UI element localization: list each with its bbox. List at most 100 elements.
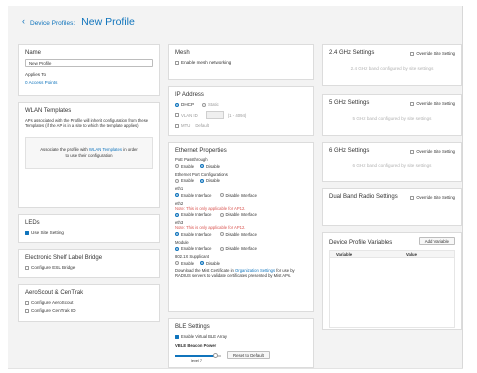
module-enable-label: Enable Interface	[181, 246, 212, 251]
enable-mesh-label: Enable mesh networking	[181, 60, 232, 65]
vlan-label: VLAN ID	[181, 112, 198, 118]
bottom-scroll-area	[8, 368, 463, 373]
eth2-enable-radio[interactable]	[175, 212, 179, 217]
radio-24ghz-placeholder: 2.4 GHz band configured by site settings	[350, 66, 434, 71]
supplicant-disable-radio[interactable]	[200, 261, 205, 265]
eth2-disable-label: Disable Interface	[225, 212, 257, 217]
back-chevron-icon[interactable]: ‹	[22, 16, 25, 26]
ethernet-properties-card: Ethernet Properties PoE Passthrough Enab…	[168, 142, 314, 312]
dual-band-card: Dual Band Radio Settings Override Site S…	[322, 188, 462, 226]
inset-prefix: Associate the profile with	[40, 146, 89, 152]
leds-title: LEDs	[25, 220, 40, 226]
esl-bridge-title: Electronic Shelf Label Bridge	[25, 255, 103, 261]
applies-to-link[interactable]: 0 Access Points	[25, 80, 153, 85]
port-enable-radio[interactable]	[175, 178, 179, 183]
beacon-power-slider-fill	[175, 355, 215, 357]
vlan-id-input[interactable]	[205, 111, 224, 119]
reset-to-default-button[interactable]: Reset to Default	[227, 351, 270, 359]
port-disable-label: Disable	[206, 178, 221, 183]
mtu-label: MTU	[181, 123, 191, 128]
configure-centrak-checkbox[interactable]	[25, 308, 29, 313]
override-6ghz-checkbox[interactable]	[410, 149, 415, 154]
vlan-range-label: (1 - 4094)	[227, 112, 247, 118]
wlan-templates-card: WLAN Templates APs associated with the P…	[18, 102, 160, 208]
module-enable-radio[interactable]	[175, 246, 179, 251]
static-label: Static	[208, 102, 219, 107]
eth2-note: Note: This is only applicable for AP12.	[175, 205, 246, 211]
name-label: Name	[25, 50, 42, 56]
variable-column-header: Variable	[336, 251, 353, 257]
page-title: New Profile	[81, 16, 135, 28]
esl-bridge-card: Electronic Shelf Label Bridge Configure …	[18, 249, 160, 278]
radio-6ghz-card: 6 GHz Settings Override Site Setting 6 G…	[322, 142, 462, 182]
poe-enable-radio[interactable]	[175, 164, 179, 168]
override-dual-band-label: Override Site Setting	[416, 195, 455, 200]
wlan-templates-title: WLAN Templates	[25, 108, 72, 114]
eth3-disable-radio[interactable]	[219, 232, 224, 236]
dhcp-radio[interactable]	[175, 102, 179, 107]
module-label: Module	[175, 239, 189, 245]
variables-table-body	[329, 258, 455, 328]
supplicant-enable-radio[interactable]	[175, 261, 179, 265]
eth1-label: eth1	[175, 186, 184, 191]
ble-settings-card: BLE Settings Enable Virtual BLE Array VB…	[168, 318, 314, 368]
static-radio[interactable]	[202, 102, 207, 107]
configure-centrak-label: Configure CenTrak ID	[31, 308, 76, 313]
virtual-ble-checkbox[interactable]	[175, 334, 179, 339]
enable-mesh-checkbox[interactable]	[175, 60, 179, 65]
poe-disable-radio[interactable]	[200, 164, 205, 168]
eth2-disable-radio[interactable]	[219, 212, 224, 217]
configure-esl-label: Configure ESL Bridge	[31, 265, 76, 270]
radio-6ghz-placeholder: 6 GHz band configured by site settings	[352, 163, 432, 168]
use-site-setting-label: Use Site Setting	[31, 230, 64, 235]
app-window: ‹ Device Profiles: New Profile Name Appl…	[0, 0, 477, 373]
mesh-card: Mesh Enable mesh networking	[168, 44, 314, 80]
aeroscout-title: AeroScout & CenTrak	[25, 290, 84, 296]
wlan-templates-link[interactable]: WLAN Templates	[89, 147, 122, 152]
configure-esl-checkbox[interactable]	[25, 265, 29, 270]
port-disable-radio[interactable]	[200, 178, 205, 183]
override-dual-band-checkbox[interactable]	[410, 195, 415, 200]
variables-table-header: Variable Value	[329, 250, 455, 258]
name-card: Name Applies To 0 Access Points	[18, 44, 160, 96]
configure-aeroscout-checkbox[interactable]	[25, 300, 29, 305]
eth1-enable-radio[interactable]	[175, 193, 179, 197]
beacon-power-slider[interactable]	[175, 353, 221, 358]
eth3-disable-label: Disable Interface	[225, 231, 257, 237]
mesh-title: Mesh	[175, 50, 190, 56]
module-disable-radio[interactable]	[219, 246, 224, 251]
vlan-checkbox[interactable]	[175, 113, 179, 117]
beacon-power-slider-handle[interactable]	[212, 353, 218, 358]
eth1-disable-radio[interactable]	[219, 193, 224, 197]
eth3-enable-radio[interactable]	[175, 232, 179, 236]
override-24ghz-checkbox[interactable]	[410, 51, 415, 56]
virtual-ble-label: Enable Virtual BLE Array	[181, 334, 228, 339]
mtu-checkbox[interactable]	[175, 123, 179, 128]
override-24ghz-label: Override Site Setting	[416, 51, 455, 56]
name-input[interactable]	[25, 59, 153, 67]
poe-passthrough-label: PoE Passthrough	[175, 157, 208, 162]
aeroscout-card: AeroScout & CenTrak Configure AeroScout …	[18, 284, 160, 322]
eth1-enable-label: Enable Interface	[181, 192, 212, 198]
configure-aeroscout-label: Configure AeroScout	[31, 300, 74, 305]
eth3-note: Note: This is only applicable for AP12.	[175, 225, 246, 230]
port-enable-label: Enable	[181, 178, 195, 183]
radio-24ghz-card: 2.4 GHz Settings Override Site Setting 2…	[322, 44, 462, 86]
dhcp-label: DHCP	[181, 102, 195, 107]
use-site-setting-checkbox[interactable]	[25, 230, 29, 235]
value-column-header: Value	[406, 251, 417, 257]
page-content: ‹ Device Profiles: New Profile Name Appl…	[8, 6, 463, 368]
override-5ghz-checkbox[interactable]	[410, 101, 415, 106]
override-5ghz-label: Override Site Setting	[416, 101, 455, 106]
ip-address-card: IP Address DHCP Static VLAN ID (1 - 4094…	[168, 86, 314, 136]
port-config-label: Ethernet Port Configurations	[175, 171, 228, 177]
add-variable-button[interactable]: Add Variable	[418, 237, 455, 245]
leds-card: LEDs Use Site Setting	[18, 214, 160, 243]
radio-5ghz-placeholder: 5 GHz band configured by site settings	[352, 116, 432, 121]
wlan-templates-inset: Associate the profile with WLAN Template…	[25, 136, 153, 169]
poe-enable-label: Enable	[181, 163, 195, 169]
supplicant-enable-label: Enable	[181, 260, 195, 266]
ip-address-title: IP Address	[175, 92, 204, 98]
poe-disable-label: Disable	[206, 163, 221, 169]
breadcrumb[interactable]: Device Profiles:	[30, 20, 75, 27]
